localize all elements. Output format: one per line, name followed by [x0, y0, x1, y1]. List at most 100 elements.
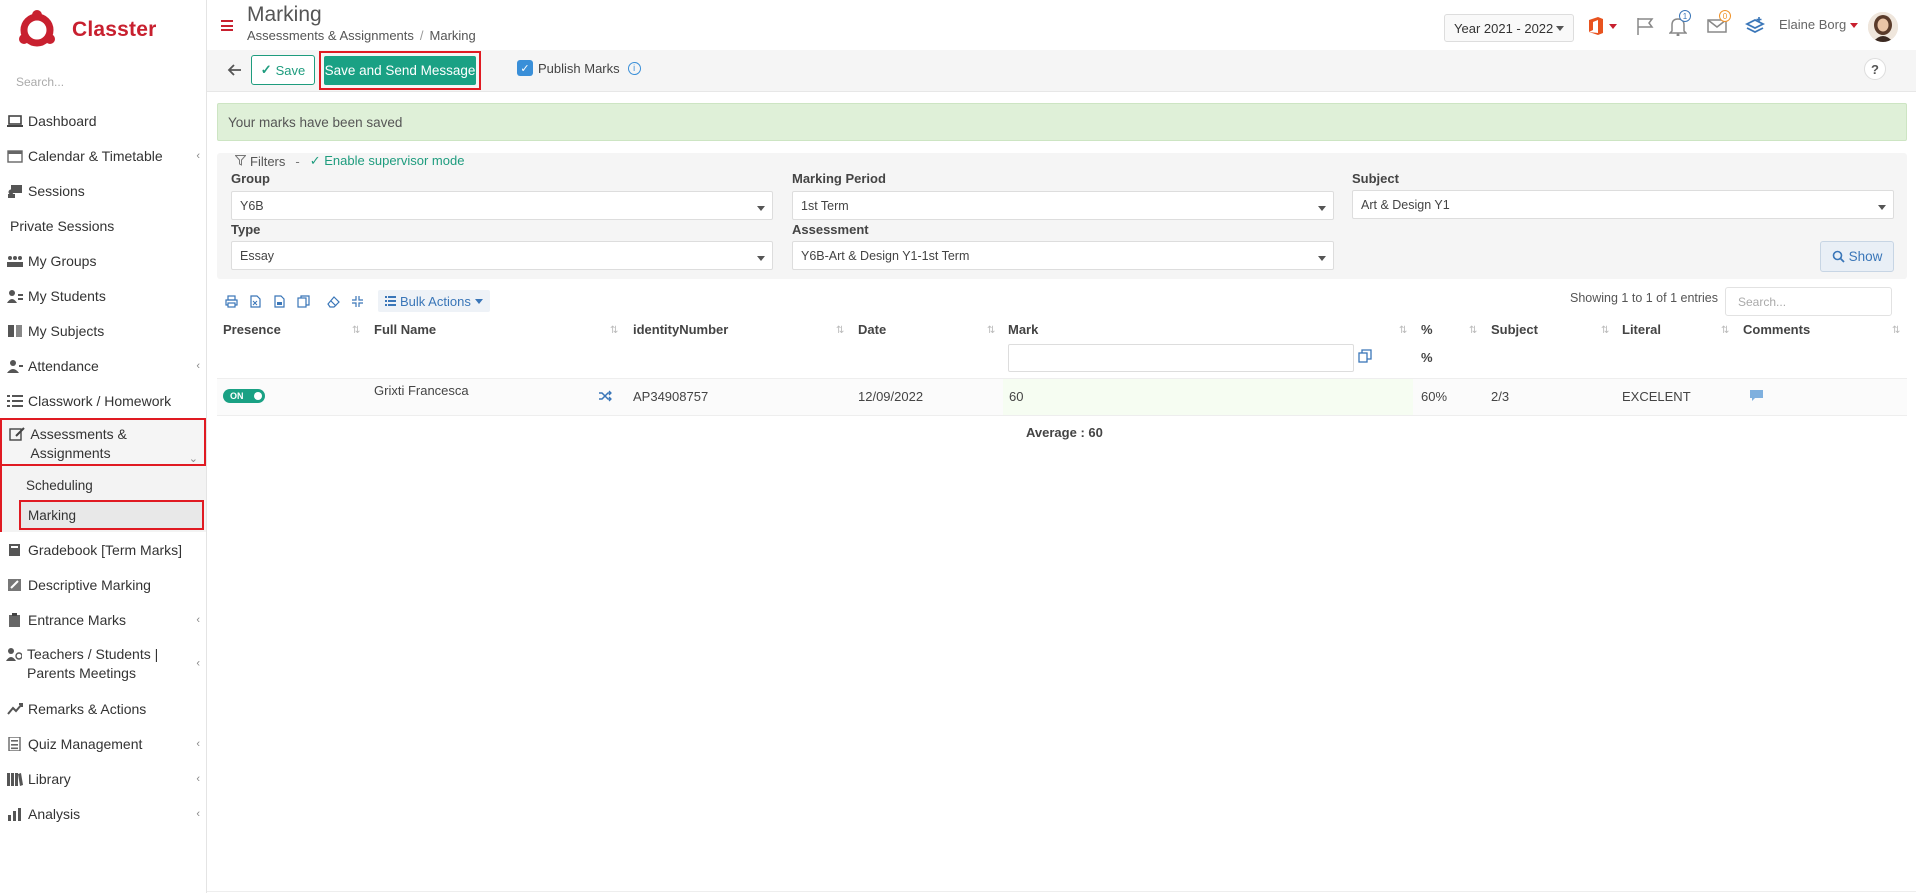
- copy-icon[interactable]: [296, 294, 310, 308]
- filters-title[interactable]: Filters: [250, 154, 285, 169]
- sidebar-item-meetings[interactable]: Teachers / Students | Parents Meetings ‹: [0, 637, 206, 691]
- classter-logo-icon: [19, 10, 55, 47]
- publish-marks-label: Publish Marks: [538, 60, 620, 76]
- flag-button[interactable]: [1635, 14, 1655, 38]
- marking-period-select-value: 1st Term: [801, 198, 849, 213]
- print-icon[interactable]: [224, 294, 238, 308]
- sidebar-search-input[interactable]: [16, 72, 191, 92]
- sidebar-item-my-groups[interactable]: My Groups: [0, 243, 206, 278]
- sidebar-item-calendar[interactable]: Calendar & Timetable ‹: [0, 138, 206, 173]
- sidebar-item-label: Remarks & Actions: [28, 700, 147, 717]
- show-button[interactable]: Show: [1820, 241, 1894, 272]
- sort-icon[interactable]: ⇅: [352, 325, 360, 336]
- pdf-export-icon[interactable]: [272, 294, 286, 308]
- table-search-input[interactable]: [1725, 287, 1892, 316]
- save-button[interactable]: ✓ Save: [251, 55, 315, 85]
- type-label: Type: [231, 222, 261, 237]
- cell-mark[interactable]: 60: [1009, 389, 1023, 404]
- layers-button[interactable]: [1745, 14, 1765, 38]
- sidebar-item-descriptive[interactable]: Descriptive Marking: [0, 567, 206, 602]
- sidebar-item-dashboard[interactable]: Dashboard: [0, 103, 206, 138]
- sort-icon[interactable]: ⇅: [987, 325, 995, 336]
- notifications-button[interactable]: 1: [1669, 10, 1691, 38]
- layers-icon: [1745, 17, 1765, 34]
- sort-icon[interactable]: ⇅: [610, 325, 618, 336]
- column-header-subject[interactable]: Subject: [1491, 322, 1538, 337]
- messages-button[interactable]: 0: [1707, 10, 1731, 38]
- sidebar-item-attendance[interactable]: Attendance ‹: [0, 348, 206, 383]
- cell-percent: 60%: [1421, 389, 1448, 404]
- sort-icon[interactable]: ⇅: [1892, 325, 1900, 336]
- column-header-literal[interactable]: Literal: [1622, 322, 1661, 337]
- brand[interactable]: Classter: [18, 8, 156, 52]
- column-header-mark[interactable]: Mark: [1008, 322, 1038, 337]
- sidebar-item-entrance-marks[interactable]: Entrance Marks ‹: [0, 602, 206, 637]
- sidebar-item-label: Classwork / Homework: [28, 392, 172, 409]
- copy-icon[interactable]: [1358, 349, 1372, 363]
- caret-down-icon: [757, 206, 765, 211]
- sidebar-item-my-students[interactable]: My Students: [0, 278, 206, 313]
- column-header-presence[interactable]: Presence: [223, 322, 281, 337]
- presence-toggle[interactable]: ON: [223, 389, 265, 403]
- column-header-comments[interactable]: Comments: [1743, 322, 1810, 337]
- column-header-date[interactable]: Date: [858, 322, 886, 337]
- publish-marks-checkbox[interactable]: ✓: [517, 60, 533, 76]
- sidebar-subitem-scheduling[interactable]: Scheduling: [2, 470, 206, 500]
- sort-icon[interactable]: ⇅: [836, 325, 844, 336]
- excel-export-icon[interactable]: [248, 294, 262, 308]
- meeting-icon: [6, 647, 22, 661]
- info-icon[interactable]: i: [627, 61, 641, 75]
- sidebar-item-private-sessions[interactable]: Private Sessions: [0, 208, 206, 243]
- sidebar-item-label: Descriptive Marking: [28, 576, 151, 593]
- comment-icon[interactable]: [1749, 389, 1764, 402]
- breadcrumb-item-assessments[interactable]: Assessments & Assignments: [247, 28, 414, 43]
- clipboard-icon: [6, 612, 23, 627]
- column-header-percent[interactable]: %: [1421, 322, 1433, 337]
- caret-down-icon: [1850, 23, 1859, 29]
- help-button[interactable]: ?: [1864, 58, 1886, 80]
- sort-icon[interactable]: ⇅: [1469, 325, 1477, 336]
- sidebar-item-assessments[interactable]: Assessments & Assignments ⌄: [0, 418, 206, 466]
- avatar[interactable]: [1868, 12, 1898, 42]
- cell-literal: EXCELENT: [1622, 389, 1691, 404]
- sidebar-item-sessions[interactable]: Sessions: [0, 173, 206, 208]
- subject-label: Subject: [1352, 171, 1399, 186]
- caret-down-icon: [1878, 205, 1886, 210]
- sort-icon[interactable]: ⇅: [1399, 325, 1407, 336]
- column-header-full-name[interactable]: Full Name: [374, 322, 436, 337]
- bulk-actions-button[interactable]: Bulk Actions: [378, 290, 490, 312]
- sort-icon[interactable]: ⇅: [1601, 325, 1609, 336]
- subject-select[interactable]: Art & Design Y1: [1352, 190, 1894, 219]
- assessment-select[interactable]: Y6B-Art & Design Y1-1st Term: [792, 241, 1334, 270]
- mark-bulk-input[interactable]: [1008, 344, 1354, 372]
- office-apps-button[interactable]: [1587, 14, 1617, 38]
- sidebar-subitem-marking[interactable]: Marking: [19, 500, 204, 530]
- marking-period-select[interactable]: 1st Term: [792, 191, 1334, 220]
- compress-icon[interactable]: [350, 294, 364, 308]
- breadcrumb: Assessments & Assignments / Marking: [247, 28, 476, 43]
- edit-icon: [9, 427, 25, 441]
- year-select[interactable]: Year 2021 - 2022: [1444, 14, 1574, 42]
- save-and-send-message-button[interactable]: Save and Send Message: [324, 56, 476, 85]
- presence-toggle-label: ON: [230, 391, 244, 401]
- sidebar-item-label: Entrance Marks: [28, 611, 127, 628]
- sidebar-item-my-subjects[interactable]: My Subjects: [0, 313, 206, 348]
- sidebar-item-library[interactable]: Library ‹: [0, 761, 206, 796]
- group-select[interactable]: Y6B: [231, 191, 773, 220]
- chevron-left-icon: ‹: [196, 807, 200, 820]
- hamburger-menu-icon[interactable]: [221, 20, 233, 31]
- type-select[interactable]: Essay: [231, 241, 773, 270]
- enable-supervisor-mode-link[interactable]: ✓ Enable supervisor mode: [310, 153, 465, 169]
- sidebar-item-analysis[interactable]: Analysis ‹: [0, 796, 206, 831]
- sidebar-item-remarks[interactable]: Remarks & Actions: [0, 691, 206, 726]
- sidebar-item-quiz[interactable]: Quiz Management ‹: [0, 726, 206, 761]
- sidebar-item-classwork[interactable]: Classwork / Homework: [0, 383, 206, 418]
- sort-icon[interactable]: ⇅: [1721, 325, 1729, 336]
- eraser-icon[interactable]: [326, 294, 340, 308]
- column-header-identity-number[interactable]: identityNumber: [633, 322, 728, 337]
- sidebar: Classter Dashboard Calendar & Timetable …: [0, 0, 207, 893]
- user-menu[interactable]: Elaine Borg: [1779, 17, 1859, 32]
- sidebar-item-gradebook[interactable]: Gradebook [Term Marks]: [0, 532, 206, 567]
- shuffle-icon[interactable]: [598, 390, 612, 402]
- back-arrow-icon[interactable]: [227, 62, 243, 78]
